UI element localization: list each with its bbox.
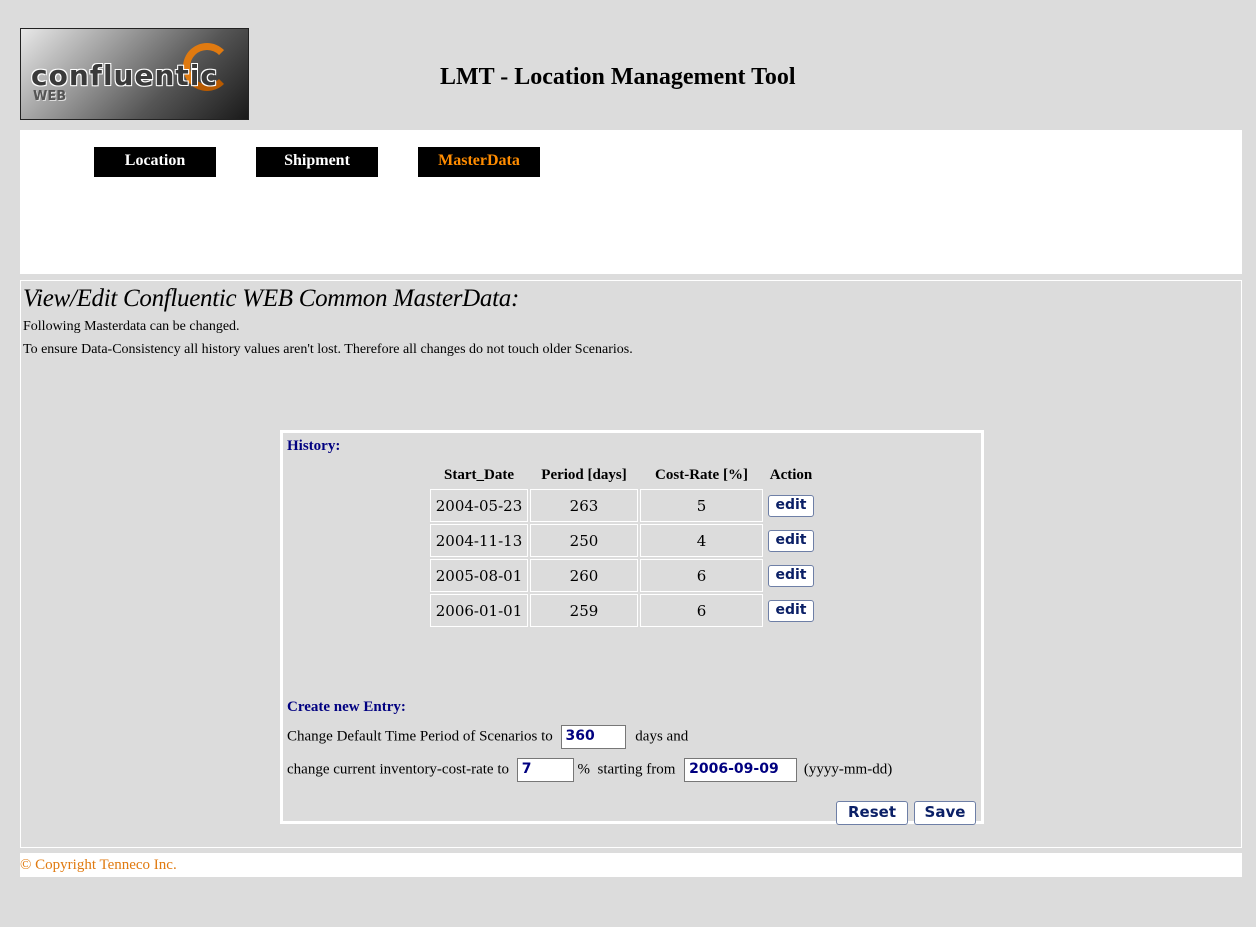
history-table: Start_Date Period [days] Cost-Rate [%] A… [428, 462, 819, 629]
cell-start-date: 2004-11-13 [430, 524, 528, 557]
col-action: Action [769, 467, 813, 483]
edit-button[interactable]: edit [768, 599, 814, 622]
main-content: View/Edit Confluentic WEB Common MasterD… [20, 280, 1242, 848]
table-row: 2004-11-13 250 4 edit [430, 524, 817, 557]
masterdata-form: History: Start_Date Period [days] Cost-R… [280, 430, 984, 825]
description-line-2: To ensure Data-Consistency all history v… [23, 342, 633, 357]
logo-subtext: WEB [33, 89, 67, 104]
edit-button[interactable]: edit [768, 564, 814, 587]
cell-action: edit [765, 594, 817, 627]
page-title: View/Edit Confluentic WEB Common MasterD… [23, 285, 519, 312]
cell-cost-rate: 6 [640, 559, 763, 592]
period-line: Change Default Time Period of Scenarios … [287, 725, 688, 749]
history-label: History: [287, 438, 341, 454]
cell-start-date: 2004-05-23 [430, 489, 528, 522]
start-date-input[interactable]: 2006-09-09 [684, 758, 798, 782]
cell-action: edit [765, 489, 817, 522]
cell-action: edit [765, 524, 817, 557]
rate-input[interactable]: 7 [516, 758, 574, 782]
cell-cost-rate: 6 [640, 594, 763, 627]
footer-copyright: © Copyright Tenneco Inc. [20, 853, 1242, 877]
description-line-1: Following Masterdata can be changed. [23, 319, 240, 334]
cell-period: 263 [530, 489, 638, 522]
app-title: LMT - Location Management Tool [440, 64, 796, 90]
table-row: 2005-08-01 260 6 edit [430, 559, 817, 592]
cell-cost-rate: 4 [640, 524, 763, 557]
date-format-hint: (yyyy-mm-dd) [803, 761, 893, 778]
col-period: Period [days] [541, 467, 627, 483]
edit-button[interactable]: edit [768, 494, 814, 517]
cell-start-date: 2005-08-01 [430, 559, 528, 592]
cell-start-date: 2006-01-01 [430, 594, 528, 627]
cell-period: 250 [530, 524, 638, 557]
nav-masterdata[interactable]: MasterData [418, 147, 540, 177]
nav-shipment[interactable]: Shipment [256, 147, 378, 177]
starting-from-text: % starting from [577, 761, 676, 778]
col-start-date: Start_Date [444, 467, 514, 483]
save-button[interactable]: Save [914, 801, 976, 825]
rate-line: change current inventory-cost-rate to 7 … [287, 758, 892, 782]
logo-text: confluentic [31, 59, 218, 92]
create-entry-label: Create new Entry: [287, 699, 406, 715]
header: confluentic WEB LMT - Location Managemen… [20, 20, 1242, 128]
rate-prefix-text: change current inventory-cost-rate to [287, 761, 509, 778]
cell-period: 260 [530, 559, 638, 592]
table-row: 2004-05-23 263 5 edit [430, 489, 817, 522]
period-input[interactable]: 360 [560, 725, 626, 749]
period-prefix-text: Change Default Time Period of Scenarios … [287, 728, 553, 745]
cell-period: 259 [530, 594, 638, 627]
confluentic-logo: confluentic WEB [20, 28, 249, 120]
edit-button[interactable]: edit [768, 529, 814, 552]
nav-location[interactable]: Location [94, 147, 216, 177]
reset-button[interactable]: Reset [836, 801, 908, 825]
table-row: 2006-01-01 259 6 edit [430, 594, 817, 627]
col-cost-rate: Cost-Rate [%] [655, 467, 748, 483]
cell-cost-rate: 5 [640, 489, 763, 522]
history-header-row: Start_Date Period [days] Cost-Rate [%] A… [430, 464, 817, 487]
period-suffix-text: days and [635, 728, 689, 745]
cell-action: edit [765, 559, 817, 592]
nav-panel: Location Shipment MasterData [20, 130, 1242, 274]
